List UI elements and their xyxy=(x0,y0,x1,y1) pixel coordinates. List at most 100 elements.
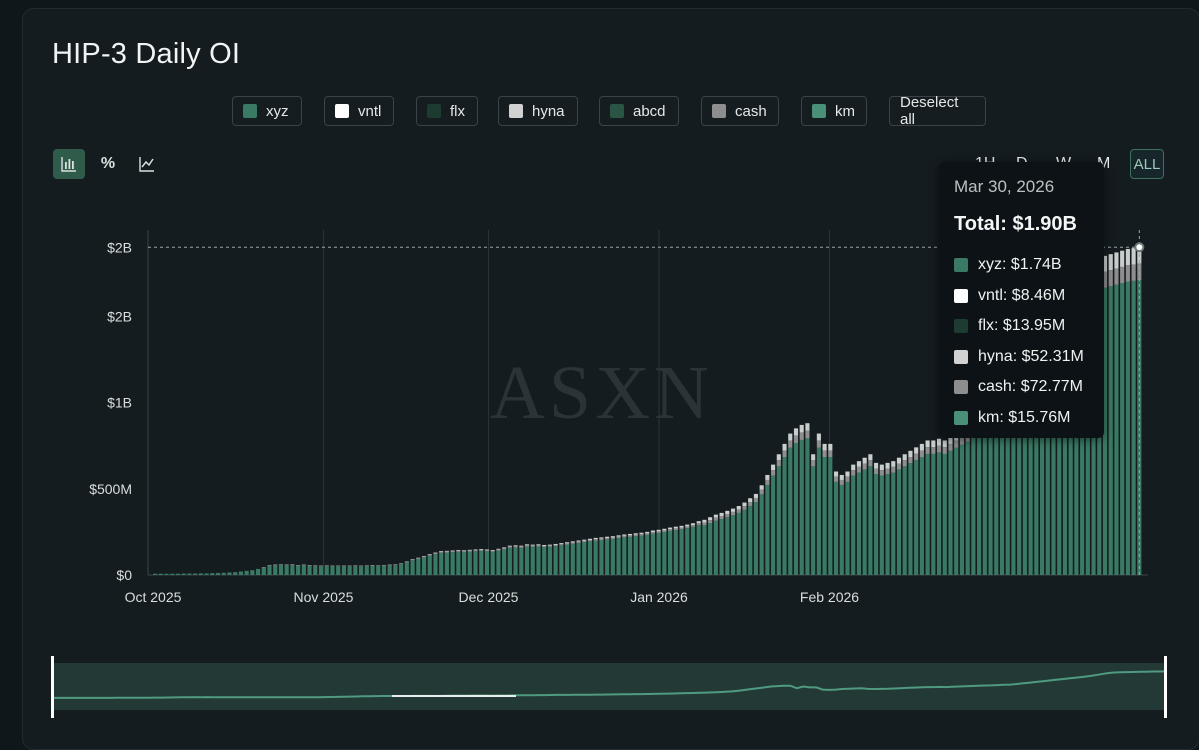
bar-xyz xyxy=(920,457,924,575)
tooltip-swatch xyxy=(954,411,968,425)
tooltip-row: flx: $13.95M xyxy=(954,311,1104,342)
bar-hyna xyxy=(559,543,563,544)
bar-xyz xyxy=(370,566,374,575)
bar-cash xyxy=(645,533,649,535)
bar-xyz xyxy=(954,448,958,575)
bar-cash xyxy=(617,537,621,538)
bar-xyz xyxy=(336,566,340,575)
bar-xyz xyxy=(519,548,523,575)
bar-cash xyxy=(473,550,477,551)
bar-xyz xyxy=(805,438,809,575)
bar-hyna xyxy=(439,551,443,552)
bar-xyz xyxy=(599,540,603,575)
bar-hyna xyxy=(737,506,741,509)
bar-cash xyxy=(920,450,924,457)
bar-xyz xyxy=(605,539,609,575)
bar-xyz xyxy=(1126,282,1130,575)
tooltip-label: vntl: $8.46M xyxy=(978,287,1065,305)
bar-hyna xyxy=(571,541,575,542)
bar-xyz xyxy=(428,556,432,575)
bar-xyz xyxy=(611,539,615,575)
bar-cash xyxy=(594,539,598,540)
bar-cash xyxy=(428,555,432,556)
bar-cash xyxy=(708,520,712,523)
bar-cash xyxy=(702,523,706,526)
watermark: ASXN xyxy=(490,350,713,437)
bar-hyna xyxy=(857,461,861,467)
bar-hyna xyxy=(525,544,529,545)
bar-hyna xyxy=(725,511,729,514)
bar-cash xyxy=(760,490,764,494)
bar-hyna xyxy=(834,472,838,477)
bar-xyz xyxy=(1000,426,1004,575)
bar-cash xyxy=(576,542,580,543)
bar-cash xyxy=(657,531,661,533)
bar-xyz xyxy=(697,525,701,575)
tooltip-row: xyz: $1.74B xyxy=(954,250,1104,281)
bar-xyz xyxy=(828,457,832,575)
y-tick-label: $2B xyxy=(107,239,132,255)
bar-xyz xyxy=(937,452,941,575)
bar-hyna xyxy=(897,458,901,464)
bar-xyz xyxy=(1132,281,1136,575)
bar-cash xyxy=(565,543,569,544)
bar-cash xyxy=(588,540,592,541)
bar-xyz xyxy=(714,521,718,575)
bar-xyz xyxy=(811,466,815,575)
bar-hyna xyxy=(771,465,775,471)
bar-xyz xyxy=(880,476,884,575)
highlight-point xyxy=(1135,243,1143,251)
bar-cash xyxy=(782,450,786,457)
bar-hyna xyxy=(880,465,884,471)
bar-xyz xyxy=(531,547,535,575)
bar-hyna xyxy=(926,440,930,447)
bar-hyna xyxy=(536,544,540,545)
navigator-handle-left[interactable] xyxy=(51,656,54,718)
bar-cash xyxy=(519,547,523,548)
bar-hyna xyxy=(491,550,495,551)
bar-hyna xyxy=(599,537,603,538)
bar-cash xyxy=(914,454,918,460)
bar-xyz xyxy=(405,562,409,575)
bar-xyz xyxy=(399,564,403,575)
bar-xyz xyxy=(411,560,415,575)
bar-xyz xyxy=(542,547,546,575)
bar-xyz xyxy=(359,566,363,575)
bar-cash xyxy=(451,551,455,552)
bar-xyz xyxy=(765,485,769,575)
bar-xyz xyxy=(250,570,254,575)
bar-xyz xyxy=(216,573,220,575)
bar-hyna xyxy=(565,542,569,543)
navigator-handle-right[interactable] xyxy=(1164,656,1167,718)
bar-cash xyxy=(823,450,827,457)
bar-cash xyxy=(639,534,643,535)
bar-hyna xyxy=(868,454,872,460)
bar-xyz xyxy=(702,525,706,575)
bar-cash xyxy=(811,460,815,466)
bar-xyz xyxy=(325,566,329,575)
bar-cash xyxy=(742,506,746,510)
bar-xyz xyxy=(983,435,987,575)
bar-xyz xyxy=(931,454,935,575)
bar-cash xyxy=(937,446,941,453)
bar-hyna xyxy=(582,540,586,541)
bar-xyz xyxy=(536,546,540,575)
bar-hyna xyxy=(496,549,500,550)
bar-xyz xyxy=(233,572,237,575)
bar-cash xyxy=(737,509,741,512)
tooltip-label: hyna: $52.31M xyxy=(978,348,1084,366)
bar-xyz xyxy=(782,457,786,575)
bar-hyna xyxy=(788,434,792,441)
bar-hyna xyxy=(508,546,512,547)
bar-cash xyxy=(411,560,415,561)
bar-hyna xyxy=(748,498,752,502)
x-tick-label: Nov 2025 xyxy=(294,589,354,605)
bar-hyna xyxy=(634,533,638,534)
bar-cash xyxy=(456,551,460,552)
bar-xyz xyxy=(571,544,575,575)
bar-hyna xyxy=(1120,251,1124,267)
bar-hyna xyxy=(1114,252,1118,268)
bar-xyz xyxy=(977,437,981,575)
bar-hyna xyxy=(662,529,666,531)
bar-hyna xyxy=(1109,254,1113,270)
